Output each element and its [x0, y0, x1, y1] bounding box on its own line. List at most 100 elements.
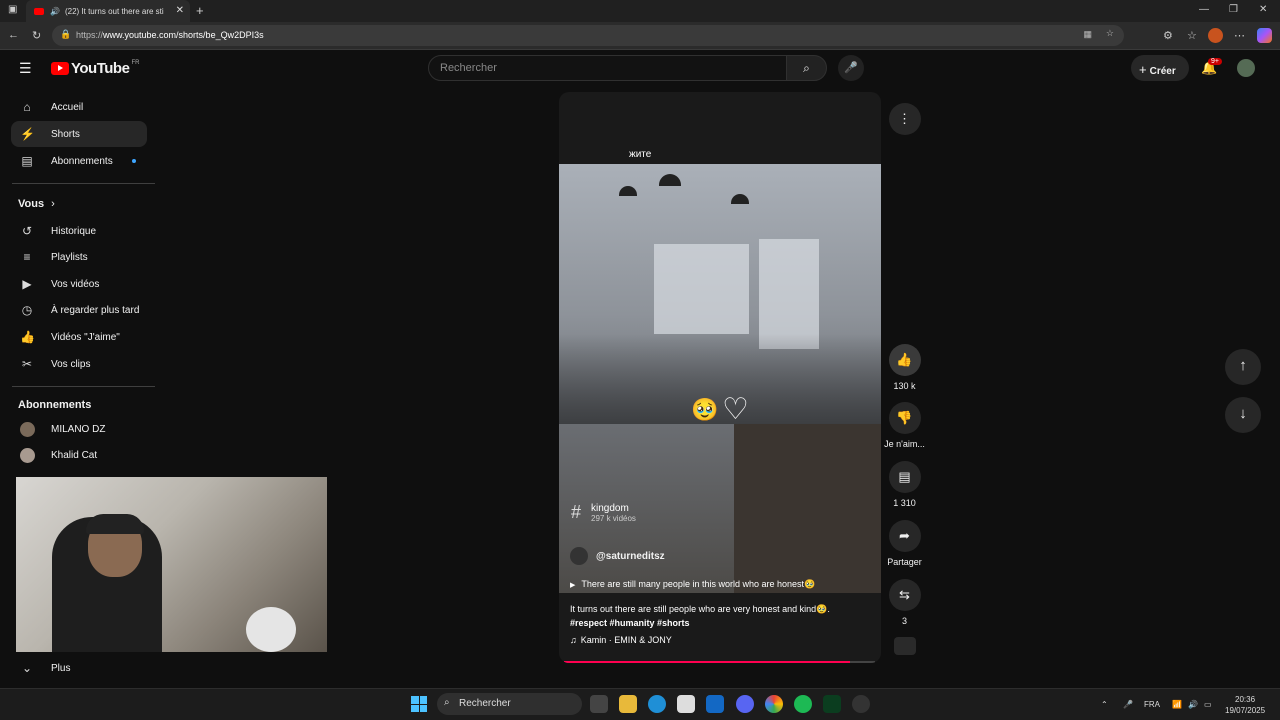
- video-lamp: [731, 194, 749, 204]
- video-frame[interactable]: [559, 164, 881, 593]
- music-track[interactable]: ♫ Kamin · EMIN & JONY: [570, 635, 672, 645]
- sidebar-more-button[interactable]: ⌄ Plus: [11, 655, 147, 681]
- url-field[interactable]: 🔒 https://www.youtube.com/shorts/be_Qw2D…: [52, 25, 1124, 46]
- video-window: [759, 239, 819, 349]
- sidebar-sub-milano-dz[interactable]: MILANO DZ: [11, 416, 147, 442]
- close-window-icon[interactable]: ✕: [1259, 4, 1267, 15]
- video-lamp: [619, 186, 637, 196]
- reader-icon[interactable]: ▦: [1083, 29, 1092, 40]
- comment-icon: ▤: [888, 461, 921, 493]
- dislike-button[interactable]: 👎 Je n'aim...: [884, 402, 925, 449]
- shorts-icon: ⚡: [20, 127, 35, 141]
- channel-avatar: [20, 421, 35, 437]
- progress-fill: [564, 661, 851, 663]
- youtube-play-icon: [51, 62, 69, 75]
- like-button[interactable]: 👍 130 k: [888, 344, 921, 391]
- copilot-icon[interactable]: [1257, 28, 1272, 43]
- game-app-icon[interactable]: [823, 695, 841, 713]
- voice-search-button[interactable]: 🎤: [838, 55, 864, 81]
- sidebar-item-clips[interactable]: ✂ Vos clips: [11, 351, 147, 377]
- shorts-player[interactable]: жите 🥹 ♡ # kingdom 297 k vidéos @saturne…: [559, 92, 881, 663]
- wifi-icon[interactable]: 📶: [1172, 700, 1182, 709]
- url-main: www.youtube.com/shorts/be_Qw2DPI3s: [103, 30, 264, 40]
- outlook-icon[interactable]: [706, 695, 724, 713]
- more-options-button[interactable]: ⋮: [888, 103, 921, 135]
- start-button-icon[interactable]: [411, 696, 427, 712]
- sound-button[interactable]: [888, 637, 921, 655]
- share-button[interactable]: ➦ Partager: [887, 520, 922, 567]
- sidebar-item-subscriptions[interactable]: ▤ Abonnements: [11, 148, 147, 174]
- channel-avatar: [20, 447, 35, 463]
- minimize-icon[interactable]: —: [1199, 4, 1209, 15]
- description-tags[interactable]: #respect #humanity #shorts: [570, 616, 830, 630]
- tab-actions-icon[interactable]: ▣: [8, 4, 17, 15]
- remix-button[interactable]: ⇆ 3: [888, 579, 921, 626]
- playback-progress-bar[interactable]: [564, 661, 875, 663]
- linked-video[interactable]: ▶ There are still many people in this wor…: [570, 579, 815, 590]
- close-tab-icon[interactable]: ✕: [176, 5, 184, 16]
- browser-tab[interactable]: 🔊 (22) It turns out there are sti ✕: [26, 0, 190, 22]
- discord-icon[interactable]: [736, 695, 754, 713]
- you-section-title[interactable]: Vous ›: [18, 198, 55, 210]
- task-view-icon[interactable]: [590, 695, 608, 713]
- language-indicator[interactable]: FRA: [1144, 700, 1160, 709]
- sidebar-item-label: MILANO DZ: [51, 423, 106, 435]
- store-icon[interactable]: [677, 695, 695, 713]
- pleading-face-emoji-icon: 🥹: [691, 397, 719, 422]
- chevron-down-icon: ⌄: [21, 661, 33, 675]
- sidebar-item-playlists[interactable]: ≡ Playlists: [11, 244, 147, 270]
- microphone-tray-icon[interactable]: 🎤: [1123, 700, 1133, 709]
- logo-text: YouTube: [71, 60, 130, 77]
- sidebar-item-shorts[interactable]: ⚡ Shorts: [11, 121, 147, 147]
- previous-short-button[interactable]: ↑: [1225, 349, 1261, 385]
- address-bar-row: ← ↻ 🔒 https://www.youtube.com/shorts/be_…: [0, 22, 1280, 50]
- sidebar-item-liked-videos[interactable]: 👍 Vidéos "J'aime": [11, 324, 147, 350]
- profile-icon[interactable]: [1208, 28, 1223, 43]
- video-counter: [734, 424, 881, 593]
- sidebar-item-history[interactable]: ↺ Historique: [11, 218, 147, 244]
- refresh-icon[interactable]: ↻: [32, 29, 41, 42]
- edge-browser-icon[interactable]: [648, 695, 666, 713]
- favorites-icon[interactable]: ☆: [1187, 29, 1197, 42]
- comments-button[interactable]: ▤ 1 310: [888, 461, 921, 508]
- spotify-icon[interactable]: [794, 695, 812, 713]
- heart-outline-icon: ♡: [722, 393, 749, 426]
- taskbar-search[interactable]: ⌕ Rechercher: [437, 693, 582, 715]
- sidebar-sub-khalid-cat[interactable]: Khalid Cat: [11, 442, 147, 468]
- system-clock[interactable]: 20:36 19/07/2025: [1225, 694, 1265, 716]
- next-short-button[interactable]: ↓: [1225, 397, 1261, 433]
- hashtag-chip[interactable]: # kingdom 297 k vidéos: [571, 502, 636, 523]
- description-text: It turns out there are still people who …: [570, 604, 830, 614]
- play-small-icon: ▶: [570, 582, 576, 589]
- settings-app-icon[interactable]: [852, 695, 870, 713]
- search-icon: ⌕: [803, 61, 810, 75]
- sidebar-item-label: Abonnements: [51, 155, 113, 167]
- show-hidden-icons-icon[interactable]: ⌃: [1101, 700, 1108, 709]
- sidebar-item-home[interactable]: ⌂ Accueil: [11, 94, 147, 120]
- create-button[interactable]: + Créer: [1131, 55, 1189, 81]
- file-explorer-icon[interactable]: [619, 695, 637, 713]
- maximize-icon[interactable]: ❐: [1229, 4, 1238, 15]
- hamburger-menu-icon[interactable]: ☰: [19, 60, 32, 77]
- search-input[interactable]: Rechercher: [428, 55, 787, 81]
- you-label: Vous: [18, 198, 45, 210]
- tab-title: (22) It turns out there are sti: [64, 6, 164, 16]
- battery-icon[interactable]: ▭: [1204, 700, 1212, 709]
- audio-playing-icon[interactable]: 🔊: [50, 7, 60, 16]
- extensions-icon[interactable]: ⚙: [1163, 29, 1173, 42]
- channel-row[interactable]: @saturneditsz: [570, 547, 665, 565]
- remix-icon: ⇆: [888, 579, 921, 611]
- menu-dots-icon[interactable]: ⋯: [1234, 29, 1245, 42]
- account-avatar[interactable]: [1237, 59, 1255, 77]
- search-button[interactable]: ⌕: [786, 55, 827, 81]
- volume-icon[interactable]: 🔊: [1188, 700, 1198, 709]
- back-icon[interactable]: ←: [8, 29, 19, 41]
- sidebar-item-watch-later[interactable]: ◷ À regarder plus tard: [11, 297, 147, 323]
- sidebar-item-your-videos[interactable]: ▶ Vos vidéos: [11, 271, 147, 297]
- youtube-logo[interactable]: YouTube FR: [51, 60, 139, 77]
- new-tab-icon[interactable]: +: [196, 3, 204, 18]
- video-lamp: [659, 174, 681, 186]
- subscriptions-section-title: Abonnements: [18, 399, 92, 411]
- chrome-icon[interactable]: [765, 695, 783, 713]
- favorite-star-icon[interactable]: ☆: [1106, 28, 1114, 39]
